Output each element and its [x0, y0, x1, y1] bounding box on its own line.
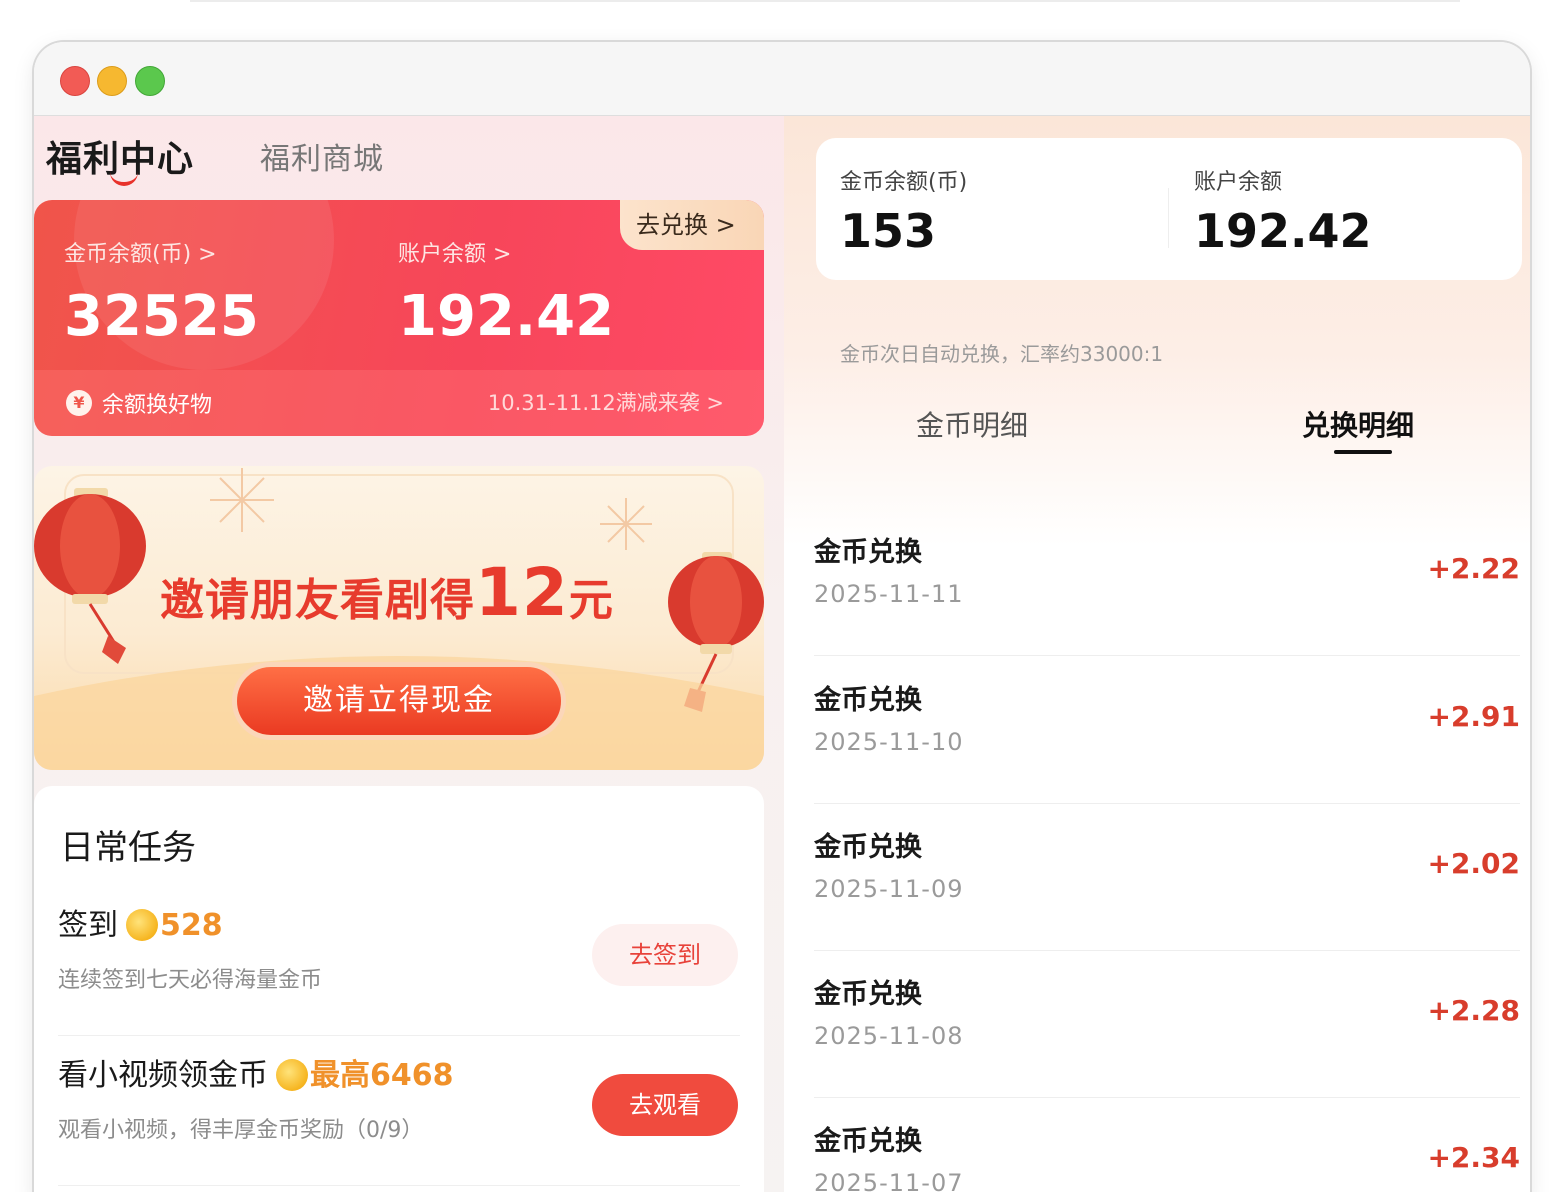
tab-exchange-details[interactable]: 兑换明细 — [1302, 404, 1414, 444]
list-item: 金币兑换 2025-11-07 +2.34 — [814, 1097, 1520, 1192]
record-title: 金币兑换 — [814, 832, 922, 863]
coin-balance-label[interactable]: 金币余额(币) > — [64, 236, 217, 268]
record-date: 2025-11-11 — [814, 580, 964, 608]
task-desc: 连续签到七天必得海量金币 — [58, 968, 323, 993]
lantern-icon — [34, 488, 146, 664]
task-desc: 观看小视频，得丰厚金币奖励（0/9） — [58, 1118, 424, 1143]
active-tab-indicator — [110, 172, 138, 186]
welfare-pane: 福利中心 福利商城 去兑换 > 金币余额(币) > 32525 账户余额 > 1… — [34, 116, 784, 1192]
invite-banner[interactable]: 邀请朋友看剧得12元 邀请立得现金 — [34, 466, 764, 770]
exchange-button[interactable]: 去兑换 > — [620, 200, 764, 250]
invite-cash-button[interactable]: 邀请立得现金 — [232, 662, 566, 740]
record-date: 2025-11-10 — [814, 728, 964, 756]
record-date: 2025-11-07 — [814, 1169, 964, 1192]
record-title: 金币兑换 — [814, 537, 922, 568]
record-amount: +2.34 — [1427, 1141, 1520, 1174]
record-amount: +2.22 — [1427, 552, 1520, 585]
detail-pane: 金币余额(币) 153 账户余额 192.42 金币次日自动兑换，汇率约3300… — [784, 116, 1530, 1192]
app-window: 福利中心 福利商城 去兑换 > 金币余额(币) > 32525 账户余额 > 1… — [34, 42, 1530, 1192]
firework-icon — [210, 468, 652, 550]
top-divider — [190, 0, 1460, 2]
task-item: 签到 528 连续签到七天必得海量金币 去签到 — [34, 886, 764, 1036]
banner-title-prefix: 邀请朋友看剧得 — [160, 575, 475, 626]
task-name: 看小视频领金币 最高6468 — [58, 1050, 454, 1094]
record-title: 金币兑换 — [814, 1126, 922, 1157]
tab-welfare-mall[interactable]: 福利商城 — [260, 134, 384, 178]
record-amount: +2.91 — [1427, 700, 1520, 733]
task-name-text: 签到 — [58, 908, 118, 943]
task-item: 看小视频领金币 最高6468 观看小视频，得丰厚金币奖励（0/9） 去观看 — [34, 1036, 764, 1186]
coin-balance-label: 金币余额(币) — [840, 170, 968, 195]
daily-tasks-card: 日常任务 签到 528 连续签到七天必得海量金币 去签到 看小视频领金币 最高646… — [34, 786, 764, 1192]
balance-summary-card: 金币余额(币) 153 账户余额 192.42 — [816, 138, 1522, 280]
tab-coin-details[interactable]: 金币明细 — [916, 404, 1028, 444]
record-amount: +2.02 — [1427, 847, 1520, 880]
record-title: 金币兑换 — [814, 685, 922, 716]
sign-in-button[interactable]: 去签到 — [592, 924, 738, 986]
summary-divider — [1168, 188, 1169, 248]
list-item: 金币兑换 2025-11-09 +2.02 — [814, 803, 1520, 951]
titlebar — [34, 42, 1530, 116]
account-balance-value: 192.42 — [1194, 204, 1372, 258]
task-reward: 最高6468 — [310, 1058, 454, 1093]
coin-icon — [276, 1059, 308, 1091]
close-dot-icon[interactable] — [60, 66, 90, 96]
record-amount: +2.28 — [1427, 994, 1520, 1027]
account-balance-label[interactable]: 账户余额 > — [398, 236, 511, 268]
task-reward: 528 — [160, 908, 223, 943]
balance-card: 去兑换 > 金币余额(币) > 32525 账户余额 > 192.42 ¥ 余额… — [34, 200, 764, 436]
coin-balance-value: 153 — [840, 204, 937, 258]
task-name: 签到 528 — [58, 900, 223, 944]
yen-icon: ¥ — [66, 390, 92, 416]
account-balance-label: 账户余额 — [1194, 170, 1283, 195]
balance-card-footer[interactable]: ¥ 余额换好物 10.31-11.12满减来袭 > — [34, 370, 764, 436]
record-date: 2025-11-08 — [814, 1022, 964, 1050]
coin-balance-value: 32525 — [64, 284, 259, 349]
record-title: 金币兑换 — [814, 979, 922, 1010]
minimize-dot-icon[interactable] — [97, 66, 127, 96]
task-name-text: 看小视频领金币 — [58, 1058, 268, 1093]
banner-title-suffix: 元 — [568, 575, 614, 626]
account-balance-value: 192.42 — [398, 284, 615, 349]
zoom-dot-icon[interactable] — [135, 66, 165, 96]
list-item: 金币兑换 2025-11-11 +2.22 — [814, 508, 1520, 656]
banner-title-amount: 12 — [475, 554, 569, 631]
list-item: 金币兑换 2025-11-08 +2.28 — [814, 950, 1520, 1098]
watch-video-button[interactable]: 去观看 — [592, 1074, 738, 1136]
promo-link[interactable]: 10.31-11.12满减来袭 > — [488, 387, 724, 417]
redeem-goods-text: 余额换好物 — [102, 393, 213, 418]
active-tab-indicator — [1334, 450, 1392, 454]
banner-title: 邀请朋友看剧得12元 — [160, 554, 614, 631]
daily-tasks-title: 日常任务 — [60, 828, 196, 868]
list-item: 金币兑换 2025-11-10 +2.91 — [814, 656, 1520, 804]
task-divider — [58, 1185, 740, 1186]
exchange-rate-note: 金币次日自动兑换，汇率约33000:1 — [840, 342, 1164, 366]
coin-icon — [126, 909, 158, 941]
record-date: 2025-11-09 — [814, 875, 964, 903]
